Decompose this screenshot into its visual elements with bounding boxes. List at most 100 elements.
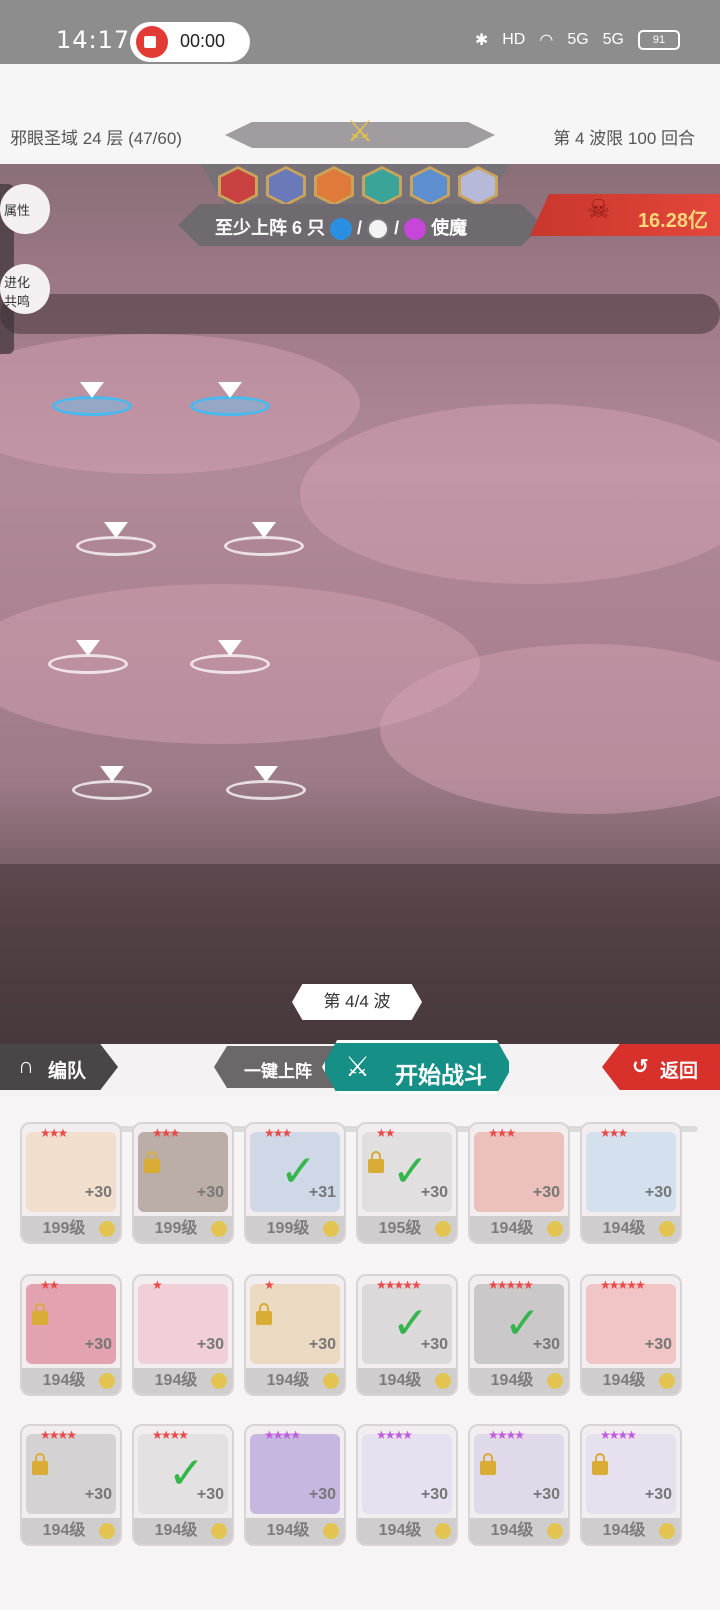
enhance-level: +30 <box>644 1336 672 1353</box>
pet-card[interactable]: ★★★★ +30 194级 <box>244 1424 346 1546</box>
star-rating: ★★★ <box>40 1126 68 1140</box>
enhance-level: +30 <box>308 1336 336 1353</box>
star-rating: ★★★ <box>488 1126 516 1140</box>
star-rating: ★★ <box>40 1278 59 1292</box>
enhance-level: +30 <box>196 1486 224 1503</box>
star-rating: ★★★★ <box>488 1428 525 1442</box>
attribute-button[interactable]: 属性 <box>0 184 50 234</box>
pet-card[interactable]: ★ +30 194级 <box>244 1274 346 1396</box>
deploy-slot[interactable] <box>190 640 270 674</box>
star-rating: ★★★★ <box>264 1428 301 1442</box>
enhance-level: +30 <box>532 1184 560 1201</box>
record-timer: 00:00 <box>180 31 226 51</box>
battery-icon: 91 <box>638 30 680 50</box>
pet-card[interactable]: ★★★ ✓ +31 199级 <box>244 1122 346 1244</box>
star-rating: ★★★ <box>264 1126 292 1140</box>
enhance-level: +30 <box>420 1184 448 1201</box>
hd-icon: HD <box>502 31 526 48</box>
pet-level: 194级 <box>246 1368 344 1394</box>
star-rating: ★ <box>264 1278 275 1292</box>
5g-signal-icon: 5G <box>602 31 624 48</box>
enhance-level: +30 <box>420 1486 448 1503</box>
stage-title: 邪眼圣域 24 层 (47/60) <box>10 129 182 148</box>
pet-level: 194级 <box>134 1368 232 1394</box>
pet-card[interactable]: ★★★★ +30 194级 <box>580 1424 682 1546</box>
action-bar: 编队 一键上阵 开始战斗 ⚔ 返回 <box>0 1040 720 1096</box>
deploy-slot[interactable] <box>52 382 132 416</box>
enhance-level: +30 <box>196 1336 224 1353</box>
screen-record-chip[interactable]: 00:00 <box>130 22 250 62</box>
lock-icon <box>480 1453 496 1475</box>
lock-icon <box>368 1151 384 1173</box>
evolution-label: 进化 共鸣 <box>4 275 31 309</box>
pet-card[interactable]: ★★★ +30 194级 <box>468 1122 570 1244</box>
evolution-resonance-button[interactable]: 进化 共鸣 <box>0 264 50 314</box>
pet-roster: ★★★ +30 199级 ★★★ +30 199级 ★★★ ✓ +31 199级 ★★ ✓ +30 195… <box>0 1096 720 1610</box>
separator: / <box>357 218 363 238</box>
bluetooth-icon: ✱ <box>474 32 489 49</box>
enhance-level: +30 <box>532 1486 560 1503</box>
wave-indicator: 第 4/4 波 <box>292 984 422 1020</box>
pet-card[interactable]: ★★★★ +30 194级 <box>468 1424 570 1546</box>
back-button[interactable]: 返回 <box>602 1044 720 1090</box>
lock-icon <box>256 1303 272 1325</box>
pet-level: 199级 <box>134 1216 232 1242</box>
enhance-level: +30 <box>644 1486 672 1503</box>
deploy-slot[interactable] <box>224 522 304 556</box>
pet-level: 194级 <box>582 1368 680 1394</box>
lock-icon <box>32 1303 48 1325</box>
pet-level: 194级 <box>582 1216 680 1242</box>
pet-card[interactable]: ★★★★★ +30 194级 <box>580 1274 682 1396</box>
pet-level: 199级 <box>246 1216 344 1242</box>
pet-card[interactable]: ★★★★ +30 194级 <box>20 1424 122 1546</box>
clock: 14:17 <box>56 26 131 54</box>
cliff-edge <box>0 294 720 334</box>
pet-card[interactable]: ★★★ +30 199级 <box>20 1122 122 1244</box>
pet-card[interactable]: ★ +30 194级 <box>132 1274 234 1396</box>
pet-card[interactable]: ★★★ +30 199级 <box>132 1122 234 1244</box>
enemy-power: 16.28亿 <box>637 210 708 232</box>
pet-card[interactable]: ★★ ✓ +30 195级 <box>356 1122 458 1244</box>
lock-icon <box>32 1453 48 1475</box>
deploy-slot[interactable] <box>76 522 156 556</box>
pet-level: 199级 <box>22 1216 120 1242</box>
demon-icon: ☠ <box>586 194 610 224</box>
status-bar: 14:17 00:00 ✱ HD ◠ 5G 5G 91 <box>0 0 720 64</box>
star-rating: ★★ <box>376 1126 395 1140</box>
deploy-slot[interactable] <box>190 382 270 416</box>
separator: / <box>394 218 400 238</box>
deploy-slot[interactable] <box>72 766 152 800</box>
star-rating: ★ <box>152 1278 163 1292</box>
star-rating: ★★★★ <box>152 1428 189 1442</box>
wifi-icon: ◠ <box>539 32 554 49</box>
pet-card[interactable]: ★★★★ ✓ +30 194级 <box>132 1424 234 1546</box>
crossed-swords-icon: ⚔ <box>345 1051 371 1082</box>
star-rating: ★★★★ <box>40 1428 77 1442</box>
pet-card[interactable]: ★★★★★ ✓ +30 194级 <box>468 1274 570 1396</box>
enhance-level: +30 <box>644 1184 672 1201</box>
enhance-level: +30 <box>308 1486 336 1503</box>
lock-icon <box>592 1453 608 1475</box>
star-rating: ★★★ <box>152 1126 180 1140</box>
attribute-label: 属性 <box>4 203 31 218</box>
pet-card[interactable]: ★★★★ +30 194级 <box>356 1424 458 1546</box>
star-rating: ★★★★ <box>376 1428 413 1442</box>
formation-button[interactable]: 编队 <box>0 1044 118 1090</box>
stage-header: 邪眼圣域 24 层 (47/60) ⚔ 第 4 波限 100 回合 <box>0 64 720 164</box>
enhance-level: +30 <box>84 1336 112 1353</box>
light-element-icon <box>367 218 390 241</box>
pet-card[interactable]: ★★ +30 194级 <box>20 1274 122 1396</box>
pet-level: 194级 <box>134 1518 232 1544</box>
enhance-level: +31 <box>308 1184 336 1201</box>
deploy-slot[interactable] <box>48 640 128 674</box>
enhance-level: +30 <box>420 1336 448 1353</box>
pet-card[interactable]: ★★★★★ ✓ +30 194级 <box>356 1274 458 1396</box>
crossed-swords-icon: ⚔ <box>346 115 374 148</box>
requirement-text: 至少上阵 6 只 / / 使魔 <box>215 214 467 241</box>
pet-level: 194级 <box>470 1518 568 1544</box>
pet-level: 194级 <box>22 1518 120 1544</box>
deploy-slot[interactable] <box>226 766 306 800</box>
pet-card[interactable]: ★★★ +30 194级 <box>580 1122 682 1244</box>
pet-level: 194级 <box>358 1518 456 1544</box>
pet-level: 195级 <box>358 1216 456 1242</box>
